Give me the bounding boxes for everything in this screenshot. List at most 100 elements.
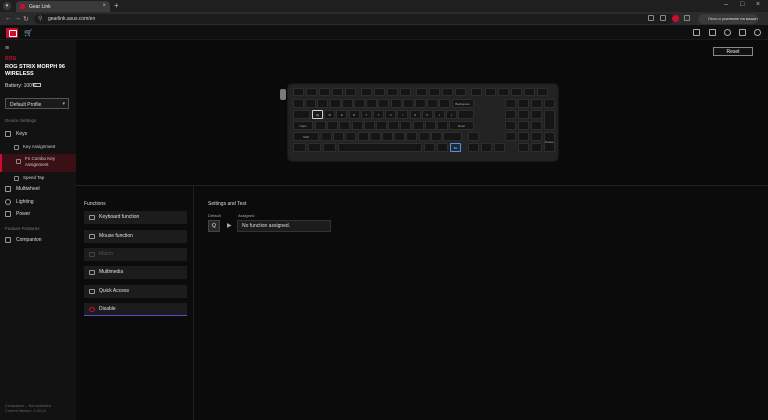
keyboard-key[interactable] (394, 132, 406, 141)
keyboard-key[interactable] (416, 88, 427, 96)
keyboard-key[interactable] (388, 121, 400, 130)
keyboard-key[interactable] (402, 99, 414, 108)
keyboard-key[interactable] (332, 88, 343, 96)
keyboard-key[interactable]: U (385, 110, 397, 119)
sidebar-item-keys[interactable]: Keys (0, 128, 76, 140)
keyboard-key[interactable] (437, 143, 448, 152)
sidebar-item-lighting[interactable]: Lighting (0, 196, 76, 208)
profile-icon[interactable] (684, 15, 690, 21)
back-icon[interactable]: ← (5, 15, 12, 22)
keyboard-key[interactable] (293, 99, 304, 108)
keyboard-key[interactable] (537, 88, 548, 96)
keyboard-key[interactable] (505, 110, 516, 119)
keyboard-key[interactable] (306, 88, 317, 96)
keyboard-key[interactable] (354, 99, 365, 108)
keyboard-key[interactable] (390, 99, 402, 108)
keyboard-key[interactable] (293, 88, 304, 96)
keyboard-key[interactable] (481, 143, 492, 152)
keyboard-key[interactable] (418, 132, 430, 141)
keyboard-key[interactable]: W (324, 110, 336, 119)
keyboard-key[interactable] (531, 99, 542, 108)
keyboard-key[interactable] (382, 132, 393, 141)
keyboard-key[interactable] (430, 132, 442, 141)
keyboard-key[interactable] (374, 88, 385, 96)
keyboard-key[interactable] (468, 143, 479, 152)
keyboard-key[interactable] (518, 110, 529, 119)
keyboard-key[interactable] (293, 110, 310, 119)
forward-icon[interactable]: → (14, 15, 21, 22)
keyboard-key[interactable] (471, 88, 482, 96)
keyboard-key[interactable] (400, 121, 412, 130)
gear-icon[interactable] (754, 29, 761, 36)
keyboard-key[interactable] (498, 88, 509, 96)
keyboard-key[interactable] (327, 121, 339, 130)
translate-icon[interactable] (648, 15, 654, 21)
close-tab-icon[interactable]: × (102, 3, 106, 9)
keyboard-key[interactable] (518, 143, 529, 152)
maximize-icon[interactable]: □ (740, 1, 744, 8)
keyboard-key[interactable] (345, 88, 356, 96)
keyboard-key[interactable] (415, 99, 426, 108)
keyboard-key[interactable] (427, 99, 439, 108)
export-icon[interactable] (693, 29, 700, 36)
extension-icon[interactable] (672, 15, 679, 22)
keyboard-key[interactable]: Enter (449, 121, 475, 130)
keyboard-key[interactable] (531, 143, 542, 152)
keyboard-key[interactable] (406, 132, 418, 141)
keyboard-key[interactable] (455, 88, 466, 96)
keyboard-key[interactable] (339, 121, 351, 130)
keyboard-key[interactable] (305, 99, 317, 108)
sidebar-item-multiwheel[interactable]: Multiwheel (0, 183, 76, 195)
keyboard-key[interactable] (321, 132, 332, 141)
keyboard-key[interactable] (518, 99, 529, 108)
keyboard-key[interactable] (518, 132, 529, 141)
function-keyboard[interactable]: Keyboard function (84, 211, 187, 224)
multiwheel-knob[interactable] (280, 89, 286, 100)
profile-dropdown[interactable]: Default Profile ▾ (5, 98, 69, 109)
keyboard-key[interactable] (412, 121, 424, 130)
keyboard-key[interactable] (369, 132, 381, 141)
keyboard-key[interactable]: O (409, 110, 421, 119)
keyboard-key[interactable]: I (397, 110, 409, 119)
keyboard-key[interactable] (505, 99, 516, 108)
keyboard-key[interactable] (458, 110, 475, 119)
close-window-icon[interactable]: × (756, 1, 760, 8)
sidebar-item-fn-combo[interactable]: Fn Combo Key Assignment (0, 154, 76, 172)
keyboard-key[interactable] (544, 99, 555, 108)
url-field[interactable]: ⚲ gearlink.asus.com/en (34, 14, 674, 24)
keyboard-key[interactable]: ] (446, 110, 458, 119)
keyboard-key[interactable]: Backspace (451, 99, 474, 108)
sidebar-item-power[interactable]: Power (0, 208, 76, 220)
site-info-icon[interactable]: ⚲ (38, 15, 42, 22)
menu-icon[interactable]: ≡ (5, 45, 9, 52)
keyboard-key[interactable] (341, 99, 353, 108)
keyboard-key[interactable] (424, 143, 435, 152)
keyboard-key[interactable] (531, 121, 542, 130)
target-icon[interactable] (724, 29, 731, 36)
keyboard-key[interactable] (329, 99, 341, 108)
keyboard-key[interactable] (361, 88, 372, 96)
keyboard-key[interactable] (308, 143, 321, 152)
key-q-selected[interactable]: Q (312, 110, 323, 119)
browser-tab[interactable]: Gear Link × (16, 1, 110, 12)
keyboard-key[interactable] (366, 99, 378, 108)
keyboard-key[interactable]: P (421, 110, 433, 119)
keyboard-key[interactable] (505, 132, 516, 141)
bookmark-icon[interactable] (660, 15, 666, 21)
reload-icon[interactable]: ↻ (23, 15, 29, 23)
function-mouse[interactable]: Mouse function (84, 230, 187, 243)
function-quick-access[interactable]: Quick Access (84, 285, 187, 298)
sidebar-item-companion[interactable]: Companion (0, 234, 76, 246)
keyboard-key[interactable]: T (360, 110, 372, 119)
keyboard-key[interactable] (439, 99, 451, 108)
cart-icon[interactable]: 🛒 (24, 29, 33, 37)
keyboard-key[interactable] (400, 88, 411, 96)
keyboard-key[interactable] (485, 88, 496, 96)
keyboard-key[interactable] (544, 110, 555, 130)
keyboard-key[interactable] (429, 88, 440, 96)
keyboard-key[interactable]: Shift (293, 132, 319, 141)
keyboard-key[interactable] (443, 132, 462, 141)
keyboard-key[interactable] (338, 143, 422, 152)
key-fn[interactable]: Fn (450, 143, 461, 152)
minimize-icon[interactable]: – (724, 1, 728, 8)
